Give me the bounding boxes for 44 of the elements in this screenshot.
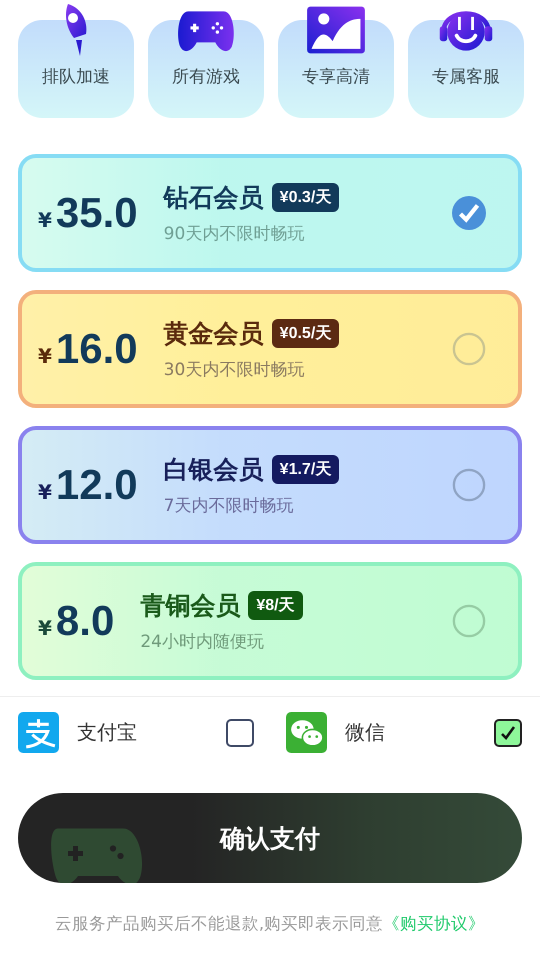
daily-rate-tag: ¥0.3/天 [272, 183, 340, 212]
currency-symbol: ¥ [38, 344, 52, 368]
daily-rate-tag: ¥1.7/天 [272, 455, 340, 484]
payment-checkbox[interactable] [226, 718, 254, 746]
plan-description: 24小时内随便玩 [140, 631, 265, 653]
feature-tile[interactable]: 专享高清 [278, 0, 394, 118]
plan-name: 钻石会员 [164, 182, 264, 214]
feature-label: 专享高清 [302, 66, 370, 88]
alipay-icon [18, 712, 59, 753]
wechat-icon [286, 712, 327, 753]
plan-price: 16.0 [56, 325, 138, 373]
daily-rate-tag: ¥0.5/天 [272, 319, 340, 348]
plan-card[interactable]: ¥16.0 黄金会员 ¥0.5/天 30天内不限时畅玩 [18, 290, 522, 408]
radio-icon[interactable] [452, 332, 486, 366]
feature-tile[interactable]: 专属客服 [408, 0, 524, 118]
plan-description: 7天内不限时畅玩 [164, 495, 294, 517]
plan-name: 青铜会员 [140, 590, 240, 622]
plan-description: 90天内不限时畅玩 [164, 223, 306, 245]
plan-card[interactable]: ¥8.0 青铜会员 ¥8/天 24小时内随便玩 [18, 562, 522, 680]
plan-description: 30天内不限时畅玩 [164, 359, 306, 381]
currency-symbol: ¥ [38, 480, 52, 504]
plan-name: 白银会员 [164, 454, 264, 486]
payment-checkbox[interactable] [494, 718, 522, 746]
currency-symbol: ¥ [38, 208, 52, 232]
feature-tile[interactable]: 排队加速 [18, 0, 134, 118]
plan-price: 8.0 [56, 597, 114, 645]
confirm-payment-button[interactable]: 确认支付 [18, 793, 522, 883]
feature-label: 专属客服 [432, 66, 500, 88]
checked-radio-icon[interactable] [452, 196, 486, 230]
feature-label: 所有游戏 [172, 66, 240, 88]
refund-notice: 云服务产品购买后不能退款,购买即表示同意《购买协议》 [54, 913, 486, 935]
plan-name: 黄金会员 [164, 318, 264, 350]
currency-symbol: ¥ [38, 616, 52, 640]
payment-label: 微信 [345, 719, 386, 746]
radio-icon[interactable] [452, 604, 486, 638]
plan-card[interactable]: ¥35.0 钻石会员 ¥0.3/天 90天内不限时畅玩 [18, 154, 522, 272]
daily-rate-tag: ¥8/天 [248, 591, 303, 620]
feature-tile[interactable]: 所有游戏 [148, 0, 264, 118]
radio-icon[interactable] [452, 468, 486, 502]
payment-label: 支付宝 [77, 719, 138, 746]
feature-label: 排队加速 [42, 66, 110, 88]
plan-price: 12.0 [56, 461, 138, 509]
plan-price: 35.0 [56, 189, 138, 237]
plan-card[interactable]: ¥12.0 白银会员 ¥1.7/天 7天内不限时畅玩 [18, 426, 522, 544]
